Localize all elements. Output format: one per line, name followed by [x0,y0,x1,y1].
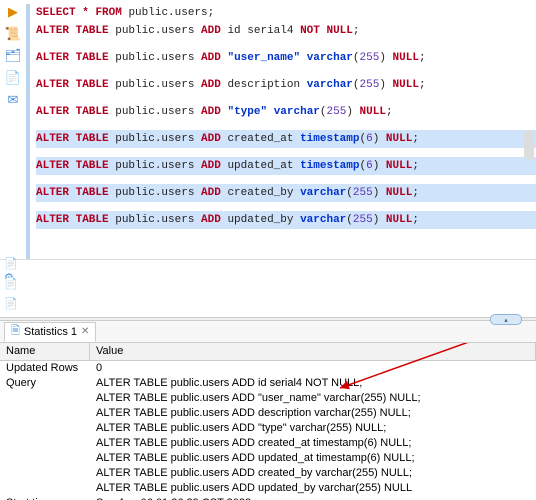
code-line[interactable]: ALTER TABLE public.users ADD id serial4 … [36,22,536,40]
plan-icon[interactable]: 🗂 [5,48,21,64]
code-line[interactable] [36,67,536,76]
cell-value: ALTER TABLE public.users ADD updated_by … [90,481,536,496]
col-header-name[interactable]: Name [0,343,90,360]
cell-name [0,481,90,496]
code-line[interactable]: ALTER TABLE public.users ADD "type" varc… [36,103,536,121]
cell-name [0,451,90,466]
tab-statistics[interactable]: 🗎 Statistics 1 ✕ [4,322,96,342]
table-row[interactable]: ALTER TABLE public.users ADD description… [0,406,536,421]
cell-value: ALTER TABLE public.users ADD "type" varc… [90,421,536,436]
document-icon: 🗎 [11,322,20,341]
cell-name: Query [0,376,90,391]
doc-icon-2[interactable]: 📄 [4,277,20,293]
code-line[interactable]: ALTER TABLE public.users ADD created_at … [36,130,536,148]
cell-name: Start time [0,496,90,500]
cell-value: ALTER TABLE public.users ADD updated_at … [90,451,536,466]
sql-editor[interactable]: SELECT * FROM public.users;ALTER TABLE p… [36,4,536,259]
editor-change-bar [26,4,30,259]
code-line[interactable] [36,94,536,103]
app-root: ▶📜🗂📄✉ SELECT * FROM public.users;ALTER T… [0,0,536,500]
cell-name [0,421,90,436]
table-row[interactable]: Updated Rows0 [0,361,536,376]
close-icon[interactable]: ✕ [81,326,89,337]
code-line[interactable]: ALTER TABLE public.users ADD created_by … [36,184,536,202]
code-line[interactable]: ALTER TABLE public.users ADD description… [36,76,536,94]
grid-header: Name Value [0,343,536,361]
cell-name: Updated Rows [0,361,90,376]
script-icon[interactable]: 📜 [5,26,21,42]
code-line[interactable] [36,40,536,49]
results-tab-bar: 🗎 Statistics 1 ✕ [0,321,536,343]
cell-value: ALTER TABLE public.users ADD created_by … [90,466,536,481]
table-row[interactable]: Start timeSun Aug 06 01:26:29 CST 2023 [0,496,536,500]
doc-icon-1[interactable]: 📄 [4,257,20,273]
results-grid: Name Value Updated Rows0QueryALTER TABLE… [0,343,536,500]
code-line[interactable]: ALTER TABLE public.users ADD "user_name"… [36,49,536,67]
editor-wrap: SELECT * FROM public.users;ALTER TABLE p… [26,0,536,259]
code-line[interactable] [36,148,536,157]
editor-pane: ▶📜🗂📄✉ SELECT * FROM public.users;ALTER T… [0,0,536,259]
cell-value: 0 [90,361,536,376]
code-line[interactable] [36,175,536,184]
code-line[interactable]: SELECT * FROM public.users; [36,4,536,22]
table-row[interactable]: ALTER TABLE public.users ADD "user_name"… [0,391,536,406]
lower-toolbar: ⚙ 📄 📄 📄 [0,259,536,317]
editor-scrollbar[interactable] [524,130,534,160]
code-line[interactable]: ALTER TABLE public.users ADD updated_at … [36,157,536,175]
doc-icon-3[interactable]: 📄 [4,297,20,313]
cell-value: ALTER TABLE public.users ADD description… [90,406,536,421]
pane-divider[interactable]: ▴ [0,317,536,321]
cell-value: ALTER TABLE public.users ADD id serial4 … [90,376,536,391]
table-row[interactable]: ALTER TABLE public.users ADD "type" varc… [0,421,536,436]
editor-gutter: ▶ 📜 🗂 📄 ✉ [0,0,26,259]
cell-name [0,406,90,421]
cell-value: Sun Aug 06 01:26:29 CST 2023 [90,496,536,500]
col-header-value[interactable]: Value [90,343,536,360]
commit-icon[interactable]: 📄 [5,70,21,86]
mail-icon[interactable]: ✉ [5,92,21,108]
code-line[interactable] [36,121,536,130]
play-icon[interactable]: ▶ [5,4,21,20]
tab-label: Statistics 1 [24,326,77,338]
cell-name [0,436,90,451]
table-row[interactable]: ALTER TABLE public.users ADD created_at … [0,436,536,451]
collapse-handle[interactable]: ▴ [490,314,522,325]
code-line[interactable]: ALTER TABLE public.users ADD updated_by … [36,211,536,229]
code-line[interactable] [36,202,536,211]
cell-value: ALTER TABLE public.users ADD "user_name"… [90,391,536,406]
table-row[interactable]: ALTER TABLE public.users ADD created_by … [0,466,536,481]
cell-value: ALTER TABLE public.users ADD created_at … [90,436,536,451]
table-row[interactable]: QueryALTER TABLE public.users ADD id ser… [0,376,536,391]
table-row[interactable]: ALTER TABLE public.users ADD updated_by … [0,481,536,496]
table-row[interactable]: ALTER TABLE public.users ADD updated_at … [0,451,536,466]
grid-body: Updated Rows0QueryALTER TABLE public.use… [0,361,536,500]
cell-name [0,391,90,406]
cell-name [0,466,90,481]
